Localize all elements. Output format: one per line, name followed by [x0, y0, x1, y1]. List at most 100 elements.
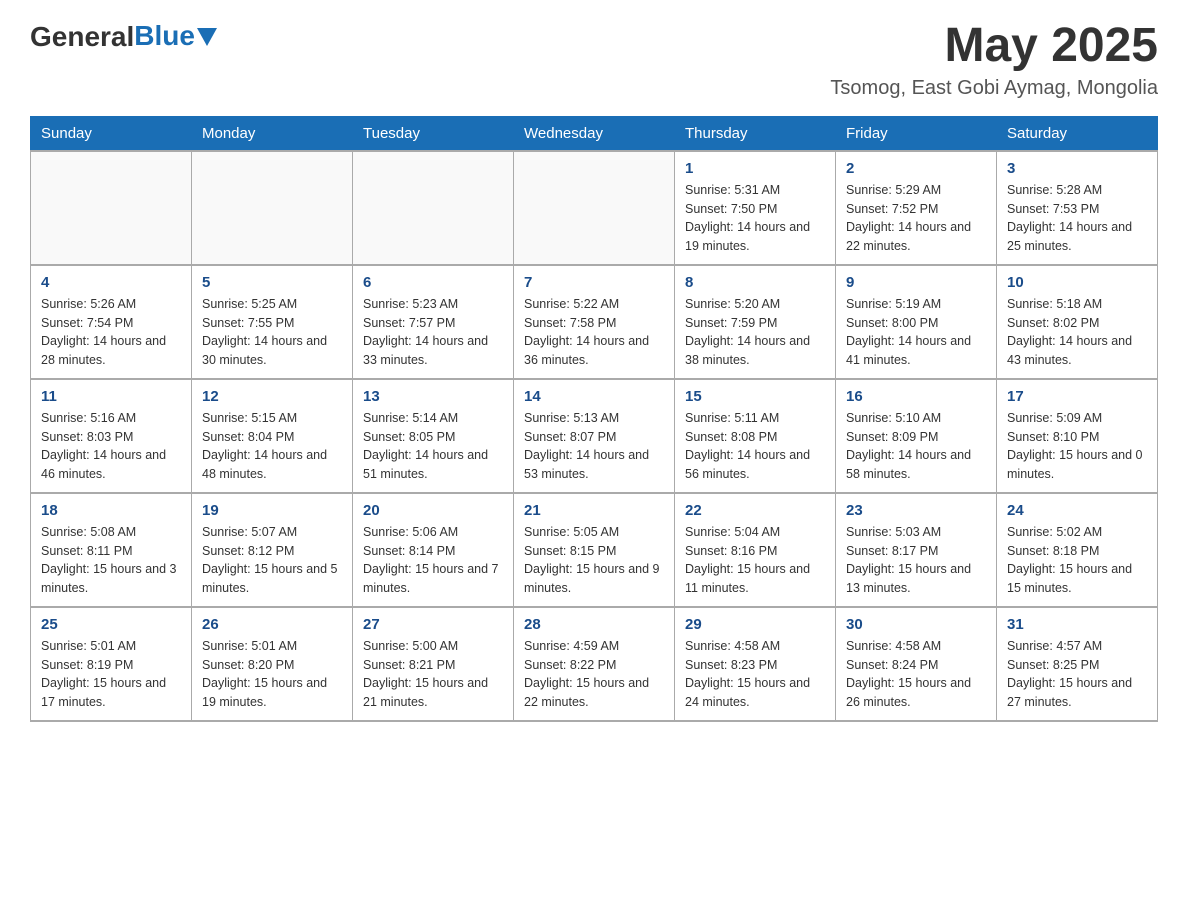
day-number: 10 — [1007, 274, 1147, 291]
day-info: Sunrise: 5:13 AMSunset: 8:07 PMDaylight:… — [524, 409, 664, 484]
day-info: Sunrise: 5:15 AMSunset: 8:04 PMDaylight:… — [202, 409, 342, 484]
day-info: Sunrise: 5:28 AMSunset: 7:53 PMDaylight:… — [1007, 181, 1147, 256]
table-row: 5 Sunrise: 5:25 AMSunset: 7:55 PMDaylight… — [192, 265, 353, 379]
day-number: 15 — [685, 388, 825, 405]
day-info: Sunrise: 5:16 AMSunset: 8:03 PMDaylight:… — [41, 409, 181, 484]
table-row: 1Sunrise: 5:31 AMSunset: 7:50 PMDaylight… — [675, 151, 836, 265]
col-friday: Friday — [836, 116, 997, 151]
title-section: May 2025 Tsomog, East Gobi Aymag, Mongol… — [830, 20, 1158, 100]
day-number: 31 — [1007, 616, 1147, 633]
table-row — [192, 151, 353, 265]
table-row: 29 Sunrise: 4:58 AMSunset: 8:23 PMDayligh… — [675, 607, 836, 721]
day-info: Sunrise: 5:09 AMSunset: 8:10 PMDaylight:… — [1007, 409, 1147, 484]
day-info: Sunrise: 5:26 AMSunset: 7:54 PMDaylight:… — [41, 295, 181, 370]
day-number: 4 — [41, 274, 181, 291]
day-number: 3 — [1007, 160, 1147, 177]
day-info: Sunrise: 5:25 AMSunset: 7:55 PMDaylight:… — [202, 295, 342, 370]
table-row: 21Sunrise: 5:05 AMSunset: 8:15 PMDayligh… — [514, 493, 675, 607]
day-info: Sunrise: 4:57 AMSunset: 8:25 PMDaylight:… — [1007, 637, 1147, 712]
table-row: 24Sunrise: 5:02 AMSunset: 8:18 PMDayligh… — [997, 493, 1158, 607]
day-info: Sunrise: 5:07 AMSunset: 8:12 PMDaylight:… — [202, 523, 342, 598]
table-row: 20Sunrise: 5:06 AMSunset: 8:14 PMDayligh… — [353, 493, 514, 607]
calendar-week-row: 25Sunrise: 5:01 AMSunset: 8:19 PMDayligh… — [31, 607, 1158, 721]
day-number: 8 — [685, 274, 825, 291]
day-info: Sunrise: 5:14 AMSunset: 8:05 PMDaylight:… — [363, 409, 503, 484]
day-info: Sunrise: 5:08 AMSunset: 8:11 PMDaylight:… — [41, 523, 181, 598]
day-number: 1 — [685, 160, 825, 177]
logo-arrow-icon — [197, 28, 217, 48]
day-info: Sunrise: 5:18 AMSunset: 8:02 PMDaylight:… — [1007, 295, 1147, 370]
day-info: Sunrise: 5:04 AMSunset: 8:16 PMDaylight:… — [685, 523, 825, 598]
day-number: 17 — [1007, 388, 1147, 405]
table-row: 26 Sunrise: 5:01 AMSunset: 8:20 PMDayligh… — [192, 607, 353, 721]
table-row: 4 Sunrise: 5:26 AMSunset: 7:54 PMDaylight… — [31, 265, 192, 379]
table-row: 14 Sunrise: 5:13 AMSunset: 8:07 PMDayligh… — [514, 379, 675, 493]
logo-blue-text: Blue — [134, 20, 195, 52]
day-number: 9 — [846, 274, 986, 291]
day-info: Sunrise: 5:10 AMSunset: 8:09 PMDaylight:… — [846, 409, 986, 484]
day-info: Sunrise: 5:22 AMSunset: 7:58 PMDaylight:… — [524, 295, 664, 370]
table-row: 16 Sunrise: 5:10 AMSunset: 8:09 PMDayligh… — [836, 379, 997, 493]
day-number: 21 — [524, 502, 664, 519]
day-number: 12 — [202, 388, 342, 405]
calendar-week-row: 18 Sunrise: 5:08 AMSunset: 8:11 PMDayligh… — [31, 493, 1158, 607]
table-row: 2 Sunrise: 5:29 AMSunset: 7:52 PMDaylight… — [836, 151, 997, 265]
table-row — [514, 151, 675, 265]
day-info: Sunrise: 5:00 AMSunset: 8:21 PMDaylight:… — [363, 637, 503, 712]
day-info: Sunrise: 5:01 AMSunset: 8:20 PMDaylight:… — [202, 637, 342, 712]
day-number: 5 — [202, 274, 342, 291]
day-number: 29 — [685, 616, 825, 633]
table-row: 15 Sunrise: 5:11 AMSunset: 8:08 PMDayligh… — [675, 379, 836, 493]
day-number: 7 — [524, 274, 664, 291]
page-header: General Blue May 2025 Tsomog, East Gobi … — [30, 20, 1158, 100]
logo-blue-part: Blue — [134, 20, 217, 53]
day-number: 11 — [41, 388, 181, 405]
day-info: Sunrise: 5:20 AMSunset: 7:59 PMDaylight:… — [685, 295, 825, 370]
table-row — [31, 151, 192, 265]
table-row: 19Sunrise: 5:07 AMSunset: 8:12 PMDayligh… — [192, 493, 353, 607]
table-row: 10 Sunrise: 5:18 AMSunset: 8:02 PMDayligh… — [997, 265, 1158, 379]
day-info: Sunrise: 5:23 AMSunset: 7:57 PMDaylight:… — [363, 295, 503, 370]
calendar-week-row: 1Sunrise: 5:31 AMSunset: 7:50 PMDaylight… — [31, 151, 1158, 265]
table-row: 31 Sunrise: 4:57 AMSunset: 8:25 PMDayligh… — [997, 607, 1158, 721]
table-row: 12 Sunrise: 5:15 AMSunset: 8:04 PMDayligh… — [192, 379, 353, 493]
table-row: 9 Sunrise: 5:19 AMSunset: 8:00 PMDaylight… — [836, 265, 997, 379]
day-number: 25 — [41, 616, 181, 633]
col-wednesday: Wednesday — [514, 116, 675, 151]
day-info: Sunrise: 4:58 AMSunset: 8:23 PMDaylight:… — [685, 637, 825, 712]
col-sunday: Sunday — [31, 116, 192, 151]
day-info: Sunrise: 5:19 AMSunset: 8:00 PMDaylight:… — [846, 295, 986, 370]
table-row: 22 Sunrise: 5:04 AMSunset: 8:16 PMDayligh… — [675, 493, 836, 607]
day-number: 22 — [685, 502, 825, 519]
table-row: 6 Sunrise: 5:23 AMSunset: 7:57 PMDaylight… — [353, 265, 514, 379]
day-info: Sunrise: 5:02 AMSunset: 8:18 PMDaylight:… — [1007, 523, 1147, 598]
day-info: Sunrise: 5:11 AMSunset: 8:08 PMDaylight:… — [685, 409, 825, 484]
day-info: Sunrise: 5:29 AMSunset: 7:52 PMDaylight:… — [846, 181, 986, 256]
day-number: 16 — [846, 388, 986, 405]
table-row: 30Sunrise: 4:58 AMSunset: 8:24 PMDayligh… — [836, 607, 997, 721]
calendar-table: Sunday Monday Tuesday Wednesday Thursday… — [30, 116, 1158, 722]
day-number: 6 — [363, 274, 503, 291]
col-saturday: Saturday — [997, 116, 1158, 151]
col-monday: Monday — [192, 116, 353, 151]
day-number: 20 — [363, 502, 503, 519]
table-row: 28Sunrise: 4:59 AMSunset: 8:22 PMDayligh… — [514, 607, 675, 721]
col-tuesday: Tuesday — [353, 116, 514, 151]
table-row: 27 Sunrise: 5:00 AMSunset: 8:21 PMDayligh… — [353, 607, 514, 721]
day-number: 13 — [363, 388, 503, 405]
day-number: 30 — [846, 616, 986, 633]
calendar-header-row: Sunday Monday Tuesday Wednesday Thursday… — [31, 116, 1158, 151]
table-row: 11 Sunrise: 5:16 AMSunset: 8:03 PMDayligh… — [31, 379, 192, 493]
calendar-week-row: 4 Sunrise: 5:26 AMSunset: 7:54 PMDaylight… — [31, 265, 1158, 379]
logo: General Blue — [30, 20, 217, 53]
day-number: 14 — [524, 388, 664, 405]
day-number: 2 — [846, 160, 986, 177]
table-row — [353, 151, 514, 265]
location-subtitle: Tsomog, East Gobi Aymag, Mongolia — [830, 77, 1158, 100]
day-number: 26 — [202, 616, 342, 633]
logo-general: General — [30, 21, 134, 53]
day-number: 27 — [363, 616, 503, 633]
col-thursday: Thursday — [675, 116, 836, 151]
table-row: 8 Sunrise: 5:20 AMSunset: 7:59 PMDaylight… — [675, 265, 836, 379]
day-number: 18 — [41, 502, 181, 519]
